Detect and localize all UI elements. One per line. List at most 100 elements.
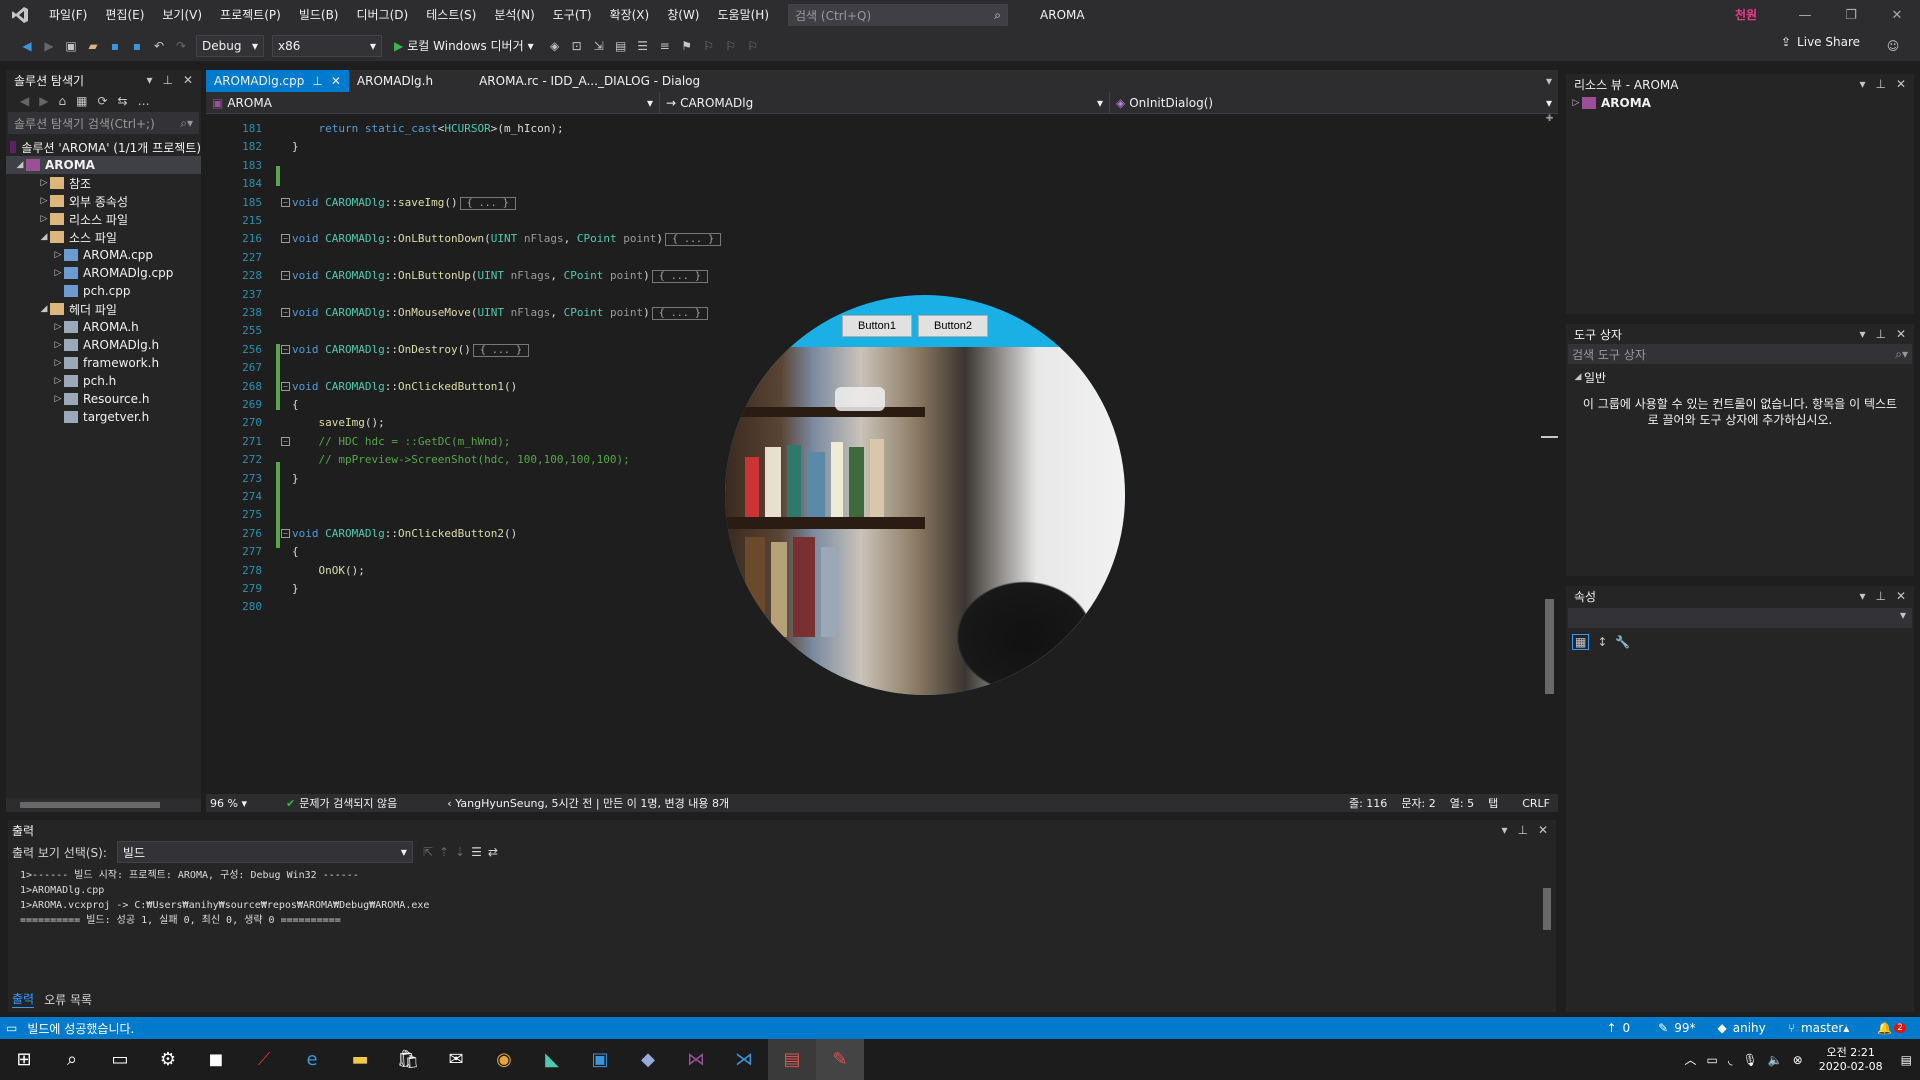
collapsed-icon[interactable]: ▷ [52, 250, 64, 260]
redo-icon[interactable]: ↷ [170, 35, 192, 57]
running-app-icon[interactable]: ✎ [816, 1039, 864, 1080]
tree-item[interactable]: ▷ 참조 [6, 174, 201, 192]
output-scrollbar[interactable] [1540, 868, 1554, 968]
fold-toggle-icon[interactable]: − [281, 436, 290, 446]
clock[interactable]: 오전 2:21 2020-02-08 [1819, 1046, 1883, 1074]
home-icon[interactable]: ⌂ [58, 94, 66, 108]
pin-icon[interactable]: ⊥ [162, 73, 172, 87]
configuration-select[interactable]: Debug ▾ [196, 34, 264, 57]
tree-item[interactable]: ▷ AROMA.h [6, 318, 201, 336]
close-icon[interactable]: ✕ [1538, 823, 1548, 837]
scrollbar-thumb[interactable] [1545, 599, 1554, 694]
menu-item[interactable]: 테스트(S) [417, 0, 485, 30]
close-icon[interactable]: ✕ [1896, 589, 1906, 603]
code-line[interactable]: // mpPreview->ScreenShot(hdc, 100,100,10… [292, 453, 630, 466]
toolbox-search-input[interactable]: 검색 도구 상자 ⌕▾ [1568, 344, 1912, 364]
word-wrap-icon[interactable]: ⇄ [488, 845, 498, 859]
menu-item[interactable]: 보기(V) [153, 0, 211, 30]
fold-toggle-icon[interactable]: − [281, 234, 290, 244]
close-icon[interactable]: ✕ [1896, 327, 1906, 341]
menu-item[interactable]: 도움말(H) [709, 0, 779, 30]
horizontal-scrollbar[interactable] [6, 798, 201, 812]
zoom-select[interactable]: 96 % ▾ [206, 797, 266, 810]
close-icon[interactable]: ✕ [1896, 77, 1906, 91]
output-text[interactable]: 1>------ 빌드 시작: 프로젝트: AROMA, 구성: Debug W… [20, 868, 429, 928]
live-share-button[interactable]: ⇪ Live Share [1781, 35, 1860, 49]
code-line[interactable]: void CAROMADlg::OnLButtonDown(UINT nFlag… [292, 232, 722, 247]
tab-error-list[interactable]: 오류 목록 [44, 991, 92, 1008]
app-icon[interactable]: ◆ [624, 1039, 672, 1080]
tree-item[interactable]: ▷ pch.h [6, 372, 201, 390]
solution-node[interactable]: 솔루션 'AROMA' (1/1개 프로젝트) [6, 138, 201, 156]
minimize-button[interactable]: — [1782, 0, 1828, 30]
network-icon[interactable]: ◟ [1728, 1053, 1733, 1067]
issues-indicator[interactable]: ✔ 문제가 검색되지 않음 [286, 795, 397, 811]
tab-2[interactable]: AROMA.rc - IDD_A..._DIALOG - Dialog [471, 70, 708, 92]
start-debugging-button[interactable]: ▶ 로컬 Windows 디버거 ▾ [394, 37, 534, 54]
screenshot-icon[interactable]: ⊡ [566, 35, 588, 57]
code-line[interactable]: } [292, 582, 299, 595]
code-line[interactable]: { [292, 398, 299, 411]
tree-item[interactable]: ▷ Resource.h [6, 390, 201, 408]
expanded-icon[interactable]: ◢ [38, 232, 50, 242]
task-view-icon[interactable]: ▭ [96, 1039, 144, 1080]
settings-icon[interactable]: ⚙ [144, 1039, 192, 1080]
collapsed-icon[interactable]: ▷ [52, 376, 64, 386]
dialog-button-1[interactable]: Button1 [842, 315, 912, 337]
running-app-dialog[interactable]: Button1 Button2 [725, 295, 1125, 695]
more-icon[interactable]: … [138, 94, 150, 108]
clear-all-icon[interactable]: ☰ [471, 845, 482, 859]
project-scope-select[interactable]: ▣ AROMA ▾ [206, 92, 660, 114]
menu-item[interactable]: 도구(T) [544, 0, 601, 30]
tree-item[interactable]: ▷ framework.h [6, 354, 201, 372]
project-node[interactable]: ◢ AROMA [6, 156, 201, 174]
user-account-badge[interactable]: 천원 [1735, 6, 1759, 24]
expanded-icon[interactable]: ◢ [14, 160, 26, 170]
forward-icon[interactable]: ▶ [38, 35, 60, 57]
publish-indicator[interactable]: ↑ 0 [1606, 1021, 1630, 1035]
code-editor[interactable]: 181 return static_cast<HCURSOR>(m_hIcon)… [206, 114, 1541, 794]
categorized-icon[interactable]: ▦ [1572, 634, 1590, 650]
code-line[interactable]: // HDC hdc = ::GetDC(m_hWnd); [292, 435, 511, 448]
tree-item[interactable]: ▷ AROMADlg.cpp [6, 264, 201, 282]
collapsed-icon[interactable]: ▷ [52, 322, 64, 332]
undo-icon[interactable]: ↶ [148, 35, 170, 57]
visual-studio-icon[interactable]: ⋈ [672, 1039, 720, 1080]
fold-toggle-icon[interactable]: − [281, 381, 290, 391]
action-center-icon[interactable]: ▤ [1901, 1053, 1912, 1067]
menu-item[interactable]: 확장(X) [601, 0, 659, 30]
tree-item[interactable]: targetver.h [6, 408, 201, 426]
collapsed-icon[interactable]: ▷ [52, 394, 64, 404]
close-window-button[interactable]: ✕ [1874, 0, 1920, 30]
edge-icon[interactable]: e [288, 1039, 336, 1080]
menu-item[interactable]: 창(W) [658, 0, 708, 30]
indent-icon[interactable]: ☰ [632, 35, 654, 57]
resource-tree-item[interactable]: ▷ AROMA [1566, 94, 1914, 112]
app-icon[interactable]: ▣ [576, 1039, 624, 1080]
pin-icon[interactable]: ⊥ [1517, 823, 1527, 837]
clear-bookmarks-icon[interactable]: ⚐ [742, 35, 764, 57]
collapsed-icon[interactable]: ▷ [52, 340, 64, 350]
code-line[interactable]: return static_cast<HCURSOR>(m_hIcon); [292, 122, 564, 135]
file-explorer-icon[interactable]: ▬ [336, 1039, 384, 1080]
search-icon[interactable]: ⌕ [48, 1039, 96, 1080]
goto-error-icon[interactable]: ⇱ [423, 845, 433, 859]
tab-1[interactable]: AROMADlg.h [349, 70, 441, 92]
step-icon[interactable]: ⇲ [588, 35, 610, 57]
tree-item[interactable]: ◢ 소스 파일 [6, 228, 201, 246]
editor-vertical-scrollbar[interactable]: ✚ [1541, 114, 1558, 794]
pending-changes-indicator[interactable]: ✎ 99* [1658, 1021, 1695, 1035]
tree-item[interactable]: ▷ 외부 종속성 [6, 192, 201, 210]
fold-toggle-icon[interactable]: − [281, 197, 290, 207]
code-line[interactable]: { [292, 545, 299, 558]
pending-changes-icon[interactable]: ⟳ [97, 94, 107, 108]
properties-object-select[interactable]: ▾ [1568, 608, 1912, 628]
tree-item[interactable]: ▷ AROMA.cpp [6, 246, 201, 264]
code-line[interactable]: void CAROMADlg::OnClickedButton2() [292, 527, 517, 540]
store-icon[interactable]: 🛍 [384, 1039, 432, 1080]
fold-toggle-icon[interactable]: − [281, 308, 290, 317]
collapsed-icon[interactable]: ▷ [38, 214, 50, 224]
fold-toggle-icon[interactable]: − [281, 344, 290, 354]
save-icon[interactable]: ▪ [104, 35, 126, 57]
sync-icon[interactable]: ⇆ [118, 94, 128, 108]
